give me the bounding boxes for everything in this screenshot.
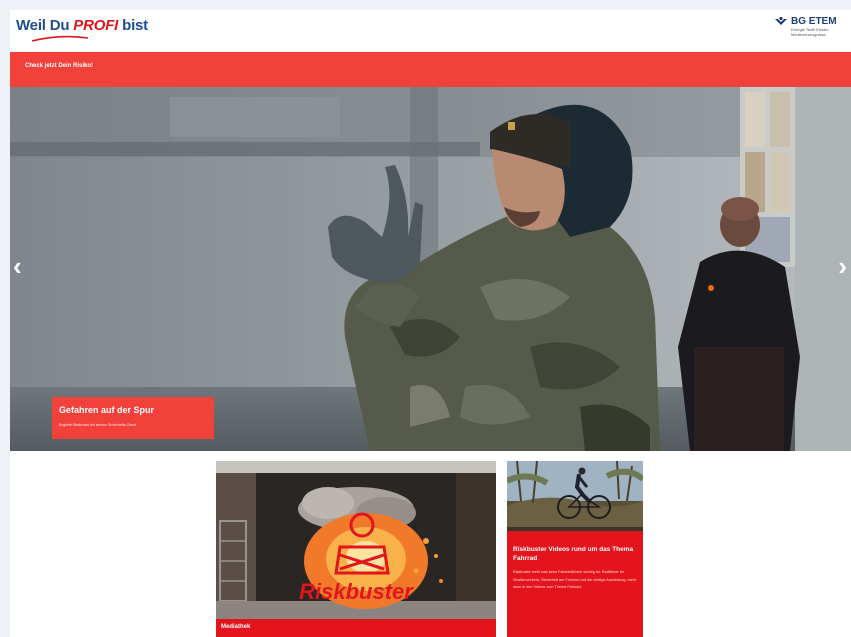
slider-prev-button[interactable]: ‹ bbox=[13, 253, 22, 279]
card-mediathek-label: Mediathek bbox=[221, 624, 251, 630]
chevron-left-icon: ‹ bbox=[13, 251, 22, 281]
nav-bar: Check jetzt Dein Risiko! bbox=[10, 52, 851, 87]
card-mediathek-image-word: Riskbuster bbox=[299, 579, 414, 604]
chevron-right-icon: › bbox=[838, 251, 847, 281]
site-logo[interactable]: Weil Du PROFI bist bbox=[16, 17, 148, 47]
hero-caption-title: Gefahren auf der Spur bbox=[59, 405, 155, 415]
card-mediathek-footer bbox=[216, 619, 496, 637]
hero-caption-subtitle: Begleite Riskbuster bei seinem Sicherhei… bbox=[59, 423, 137, 427]
bg-etem-logo[interactable]: BG ETEM Energie Textil Elektro Medienerz… bbox=[774, 16, 839, 37]
logo-text-1: Weil Du bbox=[16, 17, 74, 34]
card-fahrrad[interactable]: Riskbuster Videos rund um das Thema Fahr… bbox=[507, 461, 643, 637]
hero-slider: ‹ › Gefahren auf der Spur Begleite Riskb… bbox=[10, 87, 851, 451]
logo-text-2: PROFI bbox=[73, 17, 119, 34]
card-fahrrad-text: Riskbuster weiß was beim Fahrradfahren w… bbox=[513, 570, 637, 589]
card-fahrrad-title: Riskbuster Videos rund um das Thema Fahr… bbox=[513, 546, 634, 562]
brand-subtitle: Energie Textil Elektro Medienerzeugnisse bbox=[791, 27, 829, 37]
logo-text-3: bist bbox=[118, 17, 148, 34]
hero-caption[interactable]: Gefahren auf der Spur Begleite Riskbuste… bbox=[52, 397, 214, 439]
card-mediathek[interactable]: Riskbuster Mediathek bbox=[216, 461, 496, 637]
site-header: Weil Du PROFI bist BG ETEM Energie Texti… bbox=[10, 10, 851, 52]
slider-next-button[interactable]: › bbox=[838, 253, 847, 279]
nav-link-risk-check[interactable]: Check jetzt Dein Risiko! bbox=[25, 63, 93, 69]
logo-swoosh-icon bbox=[31, 35, 89, 42]
card-fahrrad-image bbox=[507, 461, 643, 531]
bg-etem-logo-icon bbox=[775, 16, 787, 25]
page: Weil Du PROFI bist BG ETEM Energie Texti… bbox=[10, 10, 851, 637]
brand-name: BG ETEM bbox=[791, 16, 837, 27]
card-mediathek-image: Riskbuster bbox=[216, 461, 496, 619]
